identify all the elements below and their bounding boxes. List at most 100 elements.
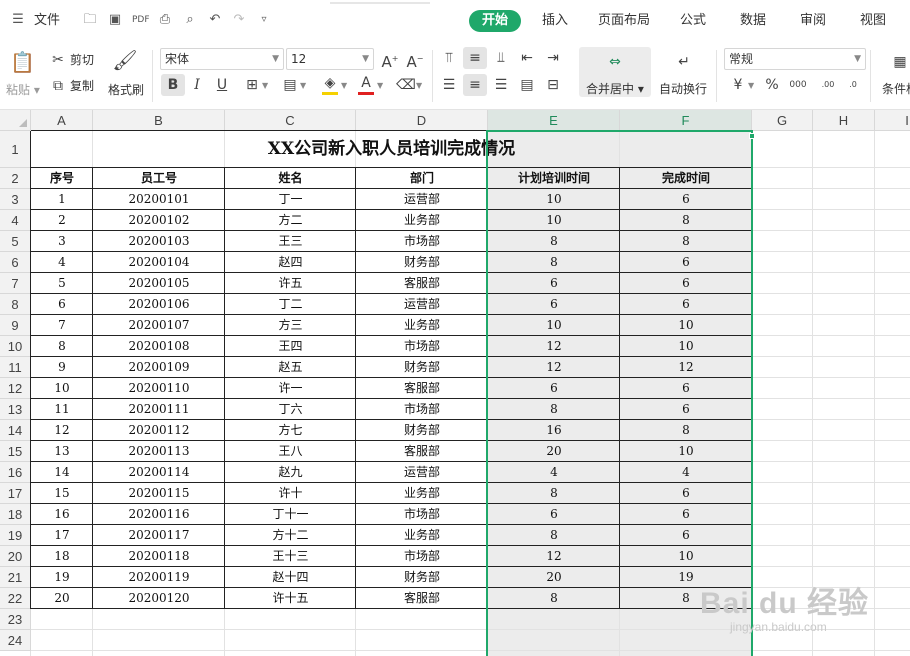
- table-cell[interactable]: 20200113: [93, 441, 225, 462]
- table-cell[interactable]: 20200106: [93, 294, 225, 315]
- table-cell[interactable]: 4: [31, 252, 93, 273]
- export-pdf-icon[interactable]: PDF: [132, 12, 150, 28]
- print-preview-icon[interactable]: ⌕: [182, 12, 198, 28]
- table-cell[interactable]: 14: [31, 462, 93, 483]
- font-color-icon[interactable]: A: [356, 73, 376, 93]
- save-icon[interactable]: ▣: [107, 12, 123, 28]
- increase-decimal-icon[interactable]: .00: [818, 75, 838, 95]
- table-cell[interactable]: 20200108: [93, 336, 225, 357]
- table-cell[interactable]: 财务部: [356, 252, 488, 273]
- table-cell[interactable]: 20200111: [93, 399, 225, 420]
- column-header-a[interactable]: A: [31, 110, 93, 131]
- table-cell[interactable]: 20200115: [93, 483, 225, 504]
- table-cell[interactable]: 丁一: [225, 189, 356, 210]
- thousands-separator-icon[interactable]: 000: [788, 75, 808, 95]
- table-cell[interactable]: 方三: [225, 315, 356, 336]
- wrap-text-button[interactable]: 自动换行: [659, 81, 707, 97]
- table-cell[interactable]: 9: [31, 357, 93, 378]
- row-header-4[interactable]: 4: [0, 210, 31, 231]
- italic-icon[interactable]: I: [187, 75, 207, 95]
- decrease-decimal-icon[interactable]: .0: [843, 75, 863, 95]
- table-cell[interactable]: 20200119: [93, 567, 225, 588]
- table-cell[interactable]: 运营部: [356, 294, 488, 315]
- table-cell[interactable]: 业务部: [356, 210, 488, 231]
- table-cell[interactable]: 王八: [225, 441, 356, 462]
- selection-fill-handle[interactable]: [749, 133, 755, 139]
- row-header-7[interactable]: 7: [0, 273, 31, 294]
- tab-data[interactable]: 数据: [740, 12, 766, 30]
- tab-formulas[interactable]: 公式: [680, 12, 706, 30]
- table-cell[interactable]: 许一: [225, 378, 356, 399]
- table-cell[interactable]: 17: [31, 525, 93, 546]
- row-header-10[interactable]: 10: [0, 336, 31, 357]
- row-header-16[interactable]: 16: [0, 462, 31, 483]
- table-cell[interactable]: 赵九: [225, 462, 356, 483]
- table-cell[interactable]: 10: [31, 378, 93, 399]
- decrease-indent-icon[interactable]: ⇤: [517, 48, 537, 68]
- table-cell[interactable]: 市场部: [356, 336, 488, 357]
- column-heading-cell[interactable]: 姓名: [225, 168, 356, 189]
- row-header-8[interactable]: 8: [0, 294, 31, 315]
- table-cell[interactable]: 16: [31, 504, 93, 525]
- table-cell[interactable]: 客服部: [356, 588, 488, 609]
- column-header-f[interactable]: F: [620, 110, 752, 131]
- underline-icon[interactable]: U: [212, 75, 232, 95]
- chevron-down-icon[interactable]: ▼: [341, 78, 347, 94]
- chevron-down-icon[interactable]: ▼: [300, 78, 306, 94]
- table-cell[interactable]: 丁十一: [225, 504, 356, 525]
- table-cell[interactable]: 赵十四: [225, 567, 356, 588]
- table-cell[interactable]: 运营部: [356, 189, 488, 210]
- tab-page-layout[interactable]: 页面布局: [598, 12, 650, 30]
- table-cell[interactable]: 许五: [225, 273, 356, 294]
- merge-center-button[interactable]: 合并居中 ▾: [586, 81, 644, 97]
- row-header-20[interactable]: 20: [0, 546, 31, 567]
- table-cell[interactable]: 2: [31, 210, 93, 231]
- row-header-9[interactable]: 9: [0, 315, 31, 336]
- tab-review[interactable]: 审阅: [800, 12, 826, 30]
- font-name-select[interactable]: 宋体 ▼: [160, 48, 284, 70]
- file-menu[interactable]: 文件: [34, 12, 60, 30]
- table-cell[interactable]: 20: [31, 588, 93, 609]
- open-folder-icon[interactable]: 🗀: [82, 12, 98, 28]
- row-header-22[interactable]: 22: [0, 588, 31, 609]
- table-cell[interactable]: 20200117: [93, 525, 225, 546]
- table-cell[interactable]: 18: [31, 546, 93, 567]
- table-cell[interactable]: 20200101: [93, 189, 225, 210]
- table-cell[interactable]: 运营部: [356, 462, 488, 483]
- row-header-23[interactable]: 23: [0, 609, 31, 630]
- table-cell[interactable]: 15: [31, 483, 93, 504]
- table-cell[interactable]: 市场部: [356, 504, 488, 525]
- align-right-icon[interactable]: ☰: [491, 75, 511, 95]
- column-header-b[interactable]: B: [93, 110, 225, 131]
- decrease-font-icon[interactable]: A−: [405, 49, 425, 71]
- table-cell[interactable]: 业务部: [356, 525, 488, 546]
- table-cell[interactable]: 20200116: [93, 504, 225, 525]
- column-header-g[interactable]: G: [752, 110, 813, 131]
- cut-button[interactable]: 剪切: [70, 52, 94, 68]
- table-cell[interactable]: 3: [31, 231, 93, 252]
- wrap-text-icon[interactable]: ↵: [672, 52, 696, 72]
- table-cell[interactable]: 20200114: [93, 462, 225, 483]
- row-header-5[interactable]: 5: [0, 231, 31, 252]
- table-cell[interactable]: 许十: [225, 483, 356, 504]
- table-cell[interactable]: 王三: [225, 231, 356, 252]
- column-header-d[interactable]: D: [356, 110, 488, 131]
- table-cell[interactable]: 方十二: [225, 525, 356, 546]
- align-middle-icon[interactable]: ≡: [465, 48, 485, 68]
- bold-icon[interactable]: B: [163, 75, 183, 95]
- table-cell[interactable]: 20200103: [93, 231, 225, 252]
- table-cell[interactable]: 业务部: [356, 483, 488, 504]
- column-header-i[interactable]: I: [875, 110, 910, 131]
- table-cell[interactable]: 20200110: [93, 378, 225, 399]
- column-header-h[interactable]: H: [813, 110, 875, 131]
- table-cell[interactable]: 20200107: [93, 315, 225, 336]
- column-heading-cell[interactable]: 员工号: [93, 168, 225, 189]
- undo-icon[interactable]: ↶: [207, 12, 223, 28]
- row-header-12[interactable]: 12: [0, 378, 31, 399]
- row-header-3[interactable]: 3: [0, 189, 31, 210]
- row-header-24[interactable]: 24: [0, 630, 31, 651]
- conditional-format-button[interactable]: 条件格: [882, 81, 910, 97]
- customize-toolbar-icon[interactable]: ▿: [256, 12, 272, 28]
- table-cell[interactable]: 丁六: [225, 399, 356, 420]
- fill-color-icon[interactable]: ◈: [320, 73, 340, 93]
